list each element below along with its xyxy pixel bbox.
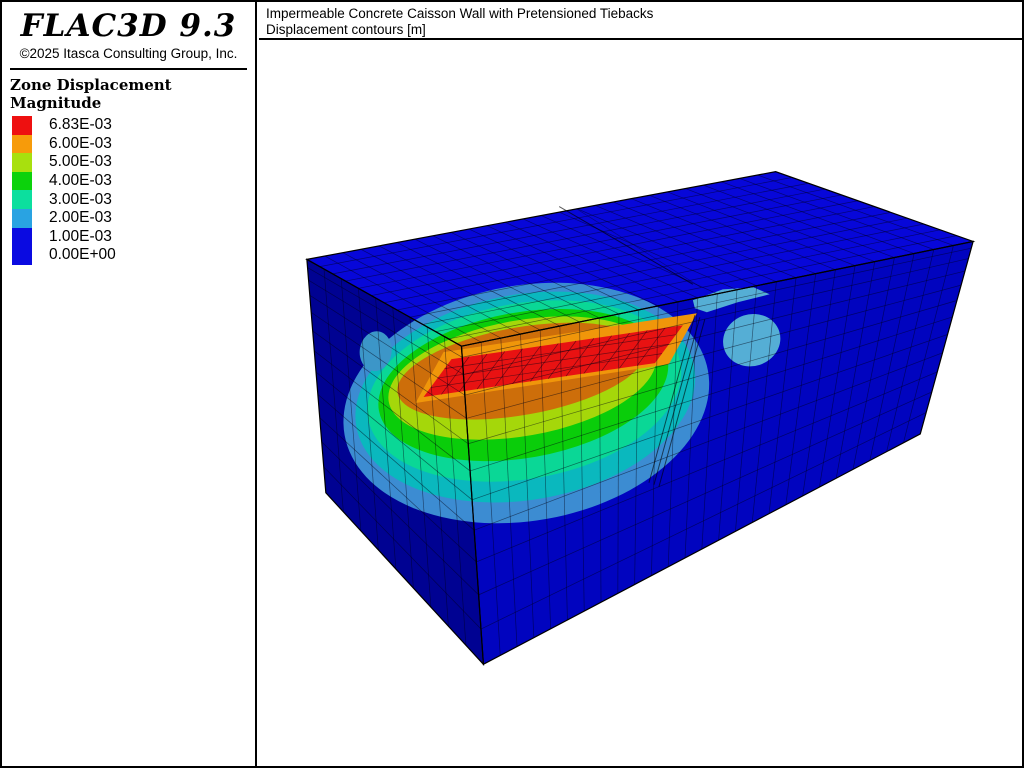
plot-title-line1: Impermeable Concrete Caisson Wall with P…: [266, 6, 654, 21]
viewport-3d[interactable]: [259, 42, 1022, 766]
plot-title-line2: Displacement contours [m]: [266, 22, 426, 37]
legend-row: 2.00E-03: [12, 208, 255, 228]
legend-row: 6.83E-03: [12, 116, 255, 135]
legend-value: 3.00E-03: [49, 190, 112, 208]
legend-value: 6.00E-03: [49, 134, 112, 152]
model-3d-scene[interactable]: [259, 42, 1022, 766]
legend-color-scale: 6.83E-03 6.00E-03 5.00E-03 4.00E-03 3.00E-03…: [12, 116, 255, 265]
legend-swatch: [12, 208, 32, 228]
legend-swatch: [12, 190, 32, 209]
logo-copyright: ©2025 Itasca Consulting Group, Inc.: [19, 46, 238, 61]
legend-swatch: [12, 246, 32, 265]
legend-swatch: [12, 153, 32, 172]
legend-value: 0.00E+00: [49, 246, 116, 264]
legend-row: 4.00E-03: [12, 171, 255, 191]
legend-value: 5.00E-03: [49, 153, 112, 171]
legend-row: 6.00E-03: [12, 134, 255, 154]
legend-swatch: [12, 171, 32, 191]
legend-row: 1.00E-03: [12, 227, 255, 247]
plot-title-bar: Impermeable Concrete Caisson Wall with P…: [259, 2, 1022, 40]
legend-row: 0.00E+00: [12, 246, 255, 265]
sidebar: FLAC3D 9.3 ©2025 Itasca Consulting Group…: [2, 2, 257, 766]
legend-swatch: [12, 116, 32, 135]
legend-row: 5.00E-03: [12, 153, 255, 172]
app-window: FLAC3D 9.3 ©2025 Itasca Consulting Group…: [0, 0, 1024, 768]
legend-swatch: [12, 134, 32, 154]
legend-swatch: [12, 227, 32, 247]
legend-title: Zone Displacement Magnitude: [10, 76, 172, 112]
legend-value: 1.00E-03: [49, 227, 112, 245]
logo-title: FLAC3D 9.3: [20, 8, 237, 44]
legend-value: 4.00E-03: [49, 172, 112, 190]
legend-value: 2.00E-03: [49, 209, 112, 227]
legend-value: 6.83E-03: [49, 116, 112, 134]
logo: FLAC3D 9.3 ©2025 Itasca Consulting Group…: [2, 2, 255, 61]
legend-row: 3.00E-03: [12, 190, 255, 209]
logo-divider: [10, 68, 247, 70]
legend: Zone Displacement Magnitude 6.83E-03 6.00…: [2, 76, 255, 265]
